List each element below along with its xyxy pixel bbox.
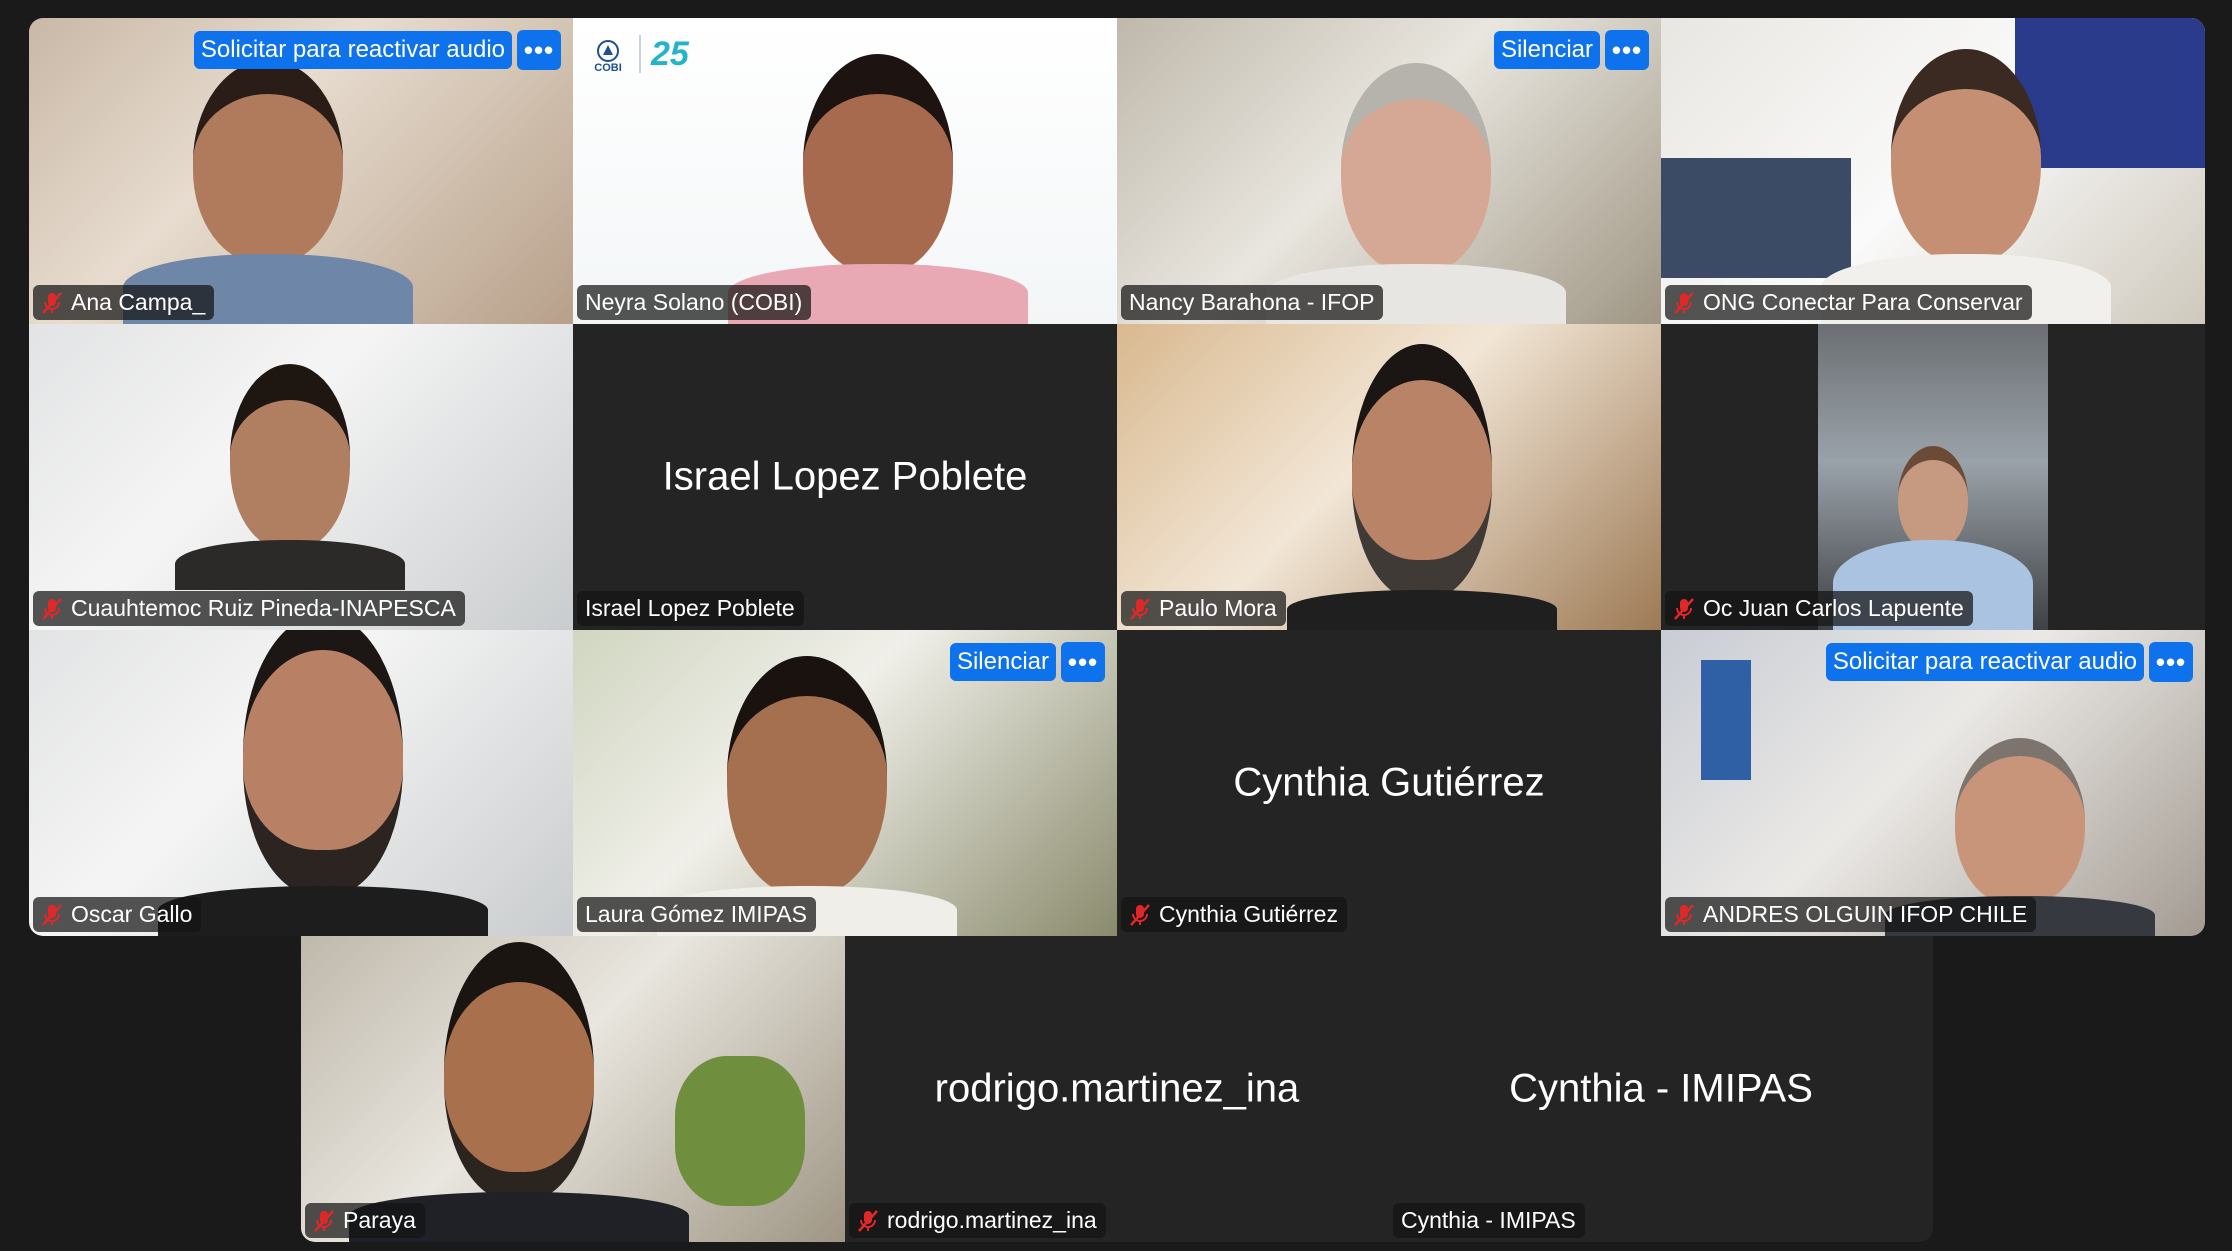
participant-name-tag: Ana Campa_ <box>33 285 215 320</box>
more-options-icon[interactable]: ••• <box>1061 642 1105 682</box>
tile-actions: Solicitar para reactivar audio ••• <box>1825 642 2193 682</box>
participant-tile-cynthia-imipas[interactable]: Cynthia - IMIPAS Cynthia - IMIPAS <box>1389 936 1933 1242</box>
poster <box>1701 660 1751 780</box>
tile-actions: Silenciar ••• <box>1493 30 1649 70</box>
tile-actions: Solicitar para reactivar audio ••• <box>193 30 561 70</box>
microphone-muted-icon <box>1130 597 1150 620</box>
microphone-muted-icon <box>42 597 62 620</box>
participant-name: Nancy Barahona - IFOP <box>1129 289 1375 315</box>
participant-name: Oc Juan Carlos Lapuente <box>1703 595 1964 621</box>
participant-name-tag: Israel Lopez Poblete <box>577 591 804 626</box>
cobi-emblem-icon <box>597 40 619 62</box>
participant-name-tag: rodrigo.martinez_ina <box>849 1203 1106 1238</box>
participant-tile-nancy-barahona[interactable]: Silenciar ••• Nancy Barahona - IFOP <box>1117 18 1661 324</box>
participant-name-tag: ONG Conectar Para Conservar <box>1665 285 2032 320</box>
participant-name: ONG Conectar Para Conservar <box>1703 289 2023 315</box>
more-options-icon[interactable]: ••• <box>1605 30 1649 70</box>
microphone-muted-icon <box>858 1209 878 1232</box>
participant-video <box>1818 324 2048 630</box>
participant-name-tag: Oscar Gallo <box>33 897 202 932</box>
participant-name: ANDRES OLGUIN IFOP CHILE <box>1703 901 2028 927</box>
participant-name: Oscar Gallo <box>71 901 193 927</box>
participant-name: Laura Gómez IMIPAS <box>585 901 807 927</box>
participant-name-tag: Neyra Solano (COBI) <box>577 285 812 320</box>
logo-divider <box>639 35 641 73</box>
participant-name-tag: Cynthia Gutiérrez <box>1121 897 1347 932</box>
participant-center-name: Cynthia - IMIPAS <box>1509 1066 1813 1111</box>
participant-tile-ana-campa[interactable]: Solicitar para reactivar audio ••• Ana C… <box>29 18 573 324</box>
plant <box>675 1056 805 1206</box>
participant-name: Neyra Solano (COBI) <box>585 289 803 315</box>
microphone-muted-icon <box>42 291 62 314</box>
more-options-icon[interactable]: ••• <box>517 30 561 70</box>
participant-tile-cynthia-gutierrez[interactable]: Cynthia Gutiérrez Cynthia Gutiérrez <box>1117 630 1661 936</box>
participant-center-name: Cynthia Gutiérrez <box>1233 760 1545 805</box>
anniversary-logo: 25 <box>651 34 689 73</box>
participant-tile-israel-lopez[interactable]: Israel Lopez Poblete Israel Lopez Poblet… <box>573 324 1117 630</box>
mute-participant-button[interactable]: Silenciar <box>949 643 1056 681</box>
participant-tile-rodrigo-martinez[interactable]: rodrigo.martinez_ina rodrigo.martinez_in… <box>845 936 1389 1242</box>
microphone-muted-icon <box>1674 597 1694 620</box>
participant-name: Cynthia - IMIPAS <box>1401 1207 1576 1233</box>
participant-name-tag: Paraya <box>305 1203 425 1238</box>
more-options-icon[interactable]: ••• <box>2149 642 2193 682</box>
participant-name-tag: Laura Gómez IMIPAS <box>577 897 816 932</box>
microphone-muted-icon <box>1130 903 1150 926</box>
cobi-logo: COBI 25 <box>587 34 689 75</box>
video-grid-last-row: Paraya rodrigo.martinez_ina rodrigo.mart… <box>301 936 1933 1242</box>
participant-tile-cuauhtemoc[interactable]: Cuauhtemoc Ruiz Pineda-INAPESCA <box>29 324 573 630</box>
ask-to-unmute-button[interactable]: Solicitar para reactivar audio <box>1825 643 2144 681</box>
tile-actions: Silenciar ••• <box>949 642 1105 682</box>
cobi-logo-text: COBI <box>594 62 622 74</box>
microphone-muted-icon <box>42 903 62 926</box>
participant-name-tag: ANDRES OLGUIN IFOP CHILE <box>1665 897 2037 932</box>
participant-video <box>29 324 573 630</box>
participant-name: Cynthia Gutiérrez <box>1159 901 1338 927</box>
participant-name: Paulo Mora <box>1159 595 1277 621</box>
participant-tile-juan-carlos[interactable]: Oc Juan Carlos Lapuente <box>1661 324 2205 630</box>
participant-tile-andres-olguin[interactable]: Solicitar para reactivar audio ••• ANDRE… <box>1661 630 2205 936</box>
participant-name: Paraya <box>343 1207 416 1233</box>
participant-name: rodrigo.martinez_ina <box>887 1207 1097 1233</box>
participant-video <box>29 630 573 936</box>
participant-center-name: Israel Lopez Poblete <box>662 454 1028 499</box>
participant-name-tag: Paulo Mora <box>1121 591 1286 626</box>
participant-name-tag: Oc Juan Carlos Lapuente <box>1665 591 1973 626</box>
participant-tile-neyra-solano[interactable]: COBI 25 Neyra Solano (COBI) <box>573 18 1117 324</box>
participant-tile-paraya[interactable]: Paraya <box>301 936 845 1242</box>
participant-name-tag: Cynthia - IMIPAS <box>1393 1203 1585 1238</box>
participant-video <box>301 936 845 1242</box>
mute-participant-button[interactable]: Silenciar <box>1493 31 1600 69</box>
participant-name: Cuauhtemoc Ruiz Pineda-INAPESCA <box>71 595 456 621</box>
microphone-muted-icon <box>1674 291 1694 314</box>
ask-to-unmute-button[interactable]: Solicitar para reactivar audio <box>193 31 512 69</box>
participant-tile-laura-gomez[interactable]: Silenciar ••• Laura Gómez IMIPAS <box>573 630 1117 936</box>
participant-tile-paulo-mora[interactable]: Paulo Mora <box>1117 324 1661 630</box>
participant-name: Israel Lopez Poblete <box>585 595 795 621</box>
participant-name-tag: Cuauhtemoc Ruiz Pineda-INAPESCA <box>33 591 465 626</box>
cobi-emblem: COBI <box>587 34 629 74</box>
video-grid: Solicitar para reactivar audio ••• Ana C… <box>29 18 2205 936</box>
participant-center-name: rodrigo.martinez_ina <box>934 1066 1300 1111</box>
participant-name-tag: Nancy Barahona - IFOP <box>1121 285 1384 320</box>
microphone-muted-icon <box>314 1209 334 1232</box>
microphone-muted-icon <box>1674 903 1694 926</box>
participant-name: Ana Campa_ <box>71 289 206 315</box>
participant-tile-oscar-gallo[interactable]: Oscar Gallo <box>29 630 573 936</box>
participant-tile-ong-conectar[interactable]: ONG Conectar Para Conservar <box>1661 18 2205 324</box>
participant-video <box>1661 18 2205 324</box>
participant-video <box>1117 324 1661 630</box>
